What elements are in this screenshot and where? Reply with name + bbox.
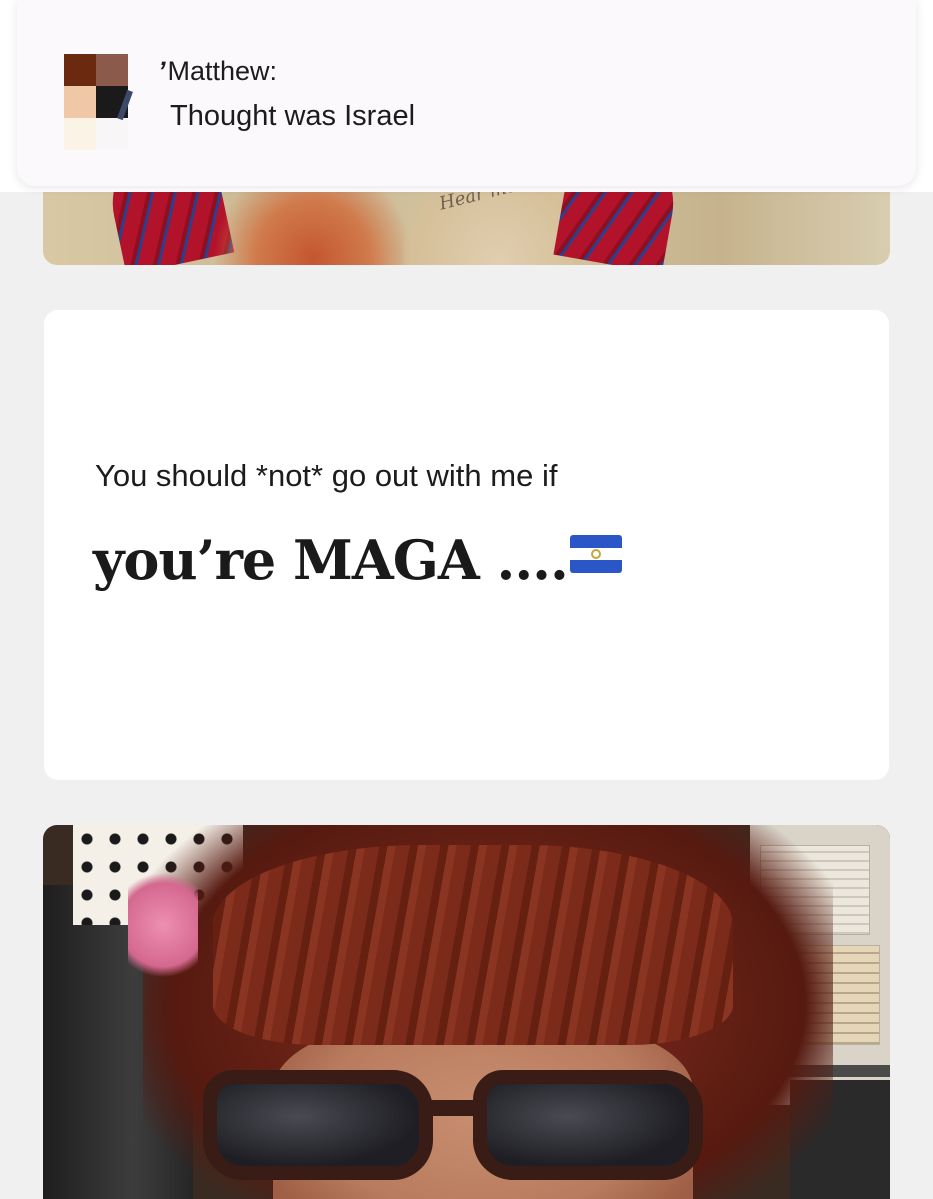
notification-message: Thought was Israel (170, 100, 416, 132)
photo-detail (473, 1070, 703, 1180)
sender-avatar (64, 54, 133, 150)
prompt-card[interactable]: You should *not* go out with me if you’r… (44, 310, 889, 780)
avatar-pixel (96, 118, 128, 150)
prompt-question: You should *not* go out with me if (95, 458, 558, 493)
photo-detail (213, 845, 733, 1045)
sunglasses (203, 1070, 723, 1190)
avatar-pixel (64, 86, 96, 118)
avatar-pixel (96, 54, 128, 86)
photo-detail (128, 865, 198, 985)
notification-banner[interactable]: ʼMatthew: Thought was Israel (17, 0, 916, 186)
photo-detail (203, 1070, 433, 1180)
profile-photo-bottom[interactable] (43, 825, 890, 1199)
notification-area: ʼMatthew: Thought was Israel (0, 0, 933, 192)
prompt-answer: you’re MAGA .... (93, 528, 622, 592)
sender-name: Matthew: (167, 56, 278, 86)
notification-sender: ʼMatthew: (158, 56, 277, 87)
prompt-answer-text: you’re MAGA .... (93, 528, 569, 592)
avatar-pixel (64, 54, 96, 86)
sender-mark: ʼ (158, 56, 166, 86)
avatar-pixel (64, 118, 96, 150)
el-salvador-flag-icon (569, 535, 622, 573)
